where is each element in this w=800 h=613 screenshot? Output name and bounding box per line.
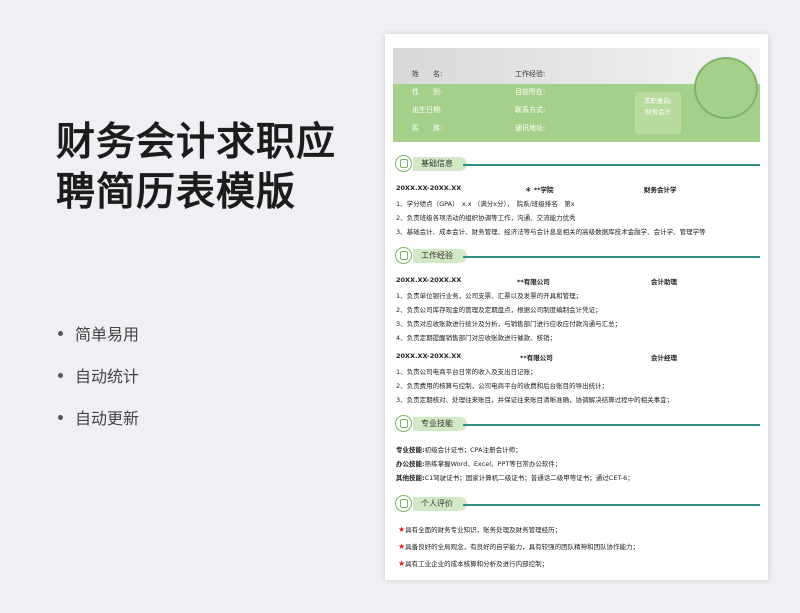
field-name: 姓 名: bbox=[412, 70, 443, 78]
chart-icon bbox=[395, 415, 412, 432]
section-evaluation: 个人评价 bbox=[393, 495, 760, 513]
photo-placeholder bbox=[694, 57, 758, 119]
field-gender: 性 别: bbox=[412, 88, 443, 96]
resume-preview: 求职意向: 财务会计 姓 名: 性 别: 出生日期: 民 族: 工作经验: 目前… bbox=[385, 34, 768, 580]
work-period: 20XX.XX-20XX.XX bbox=[396, 276, 462, 284]
section-divider bbox=[463, 504, 760, 506]
field-address: 通讯地址: bbox=[515, 124, 546, 132]
feature-list: 简单易用 自动统计 自动更新 bbox=[58, 312, 139, 438]
skill-row: 办公技能:熟练掌握Word、Excel、PPT等日常办公软件； bbox=[396, 460, 562, 468]
work-line: 2、负责公司库存现金的管理及定期盘点，根据公司制度编制会计凭证； bbox=[396, 306, 602, 314]
section-work: 工作经验 bbox=[393, 247, 760, 265]
section-divider bbox=[463, 424, 760, 426]
field-birth: 出生日期: bbox=[412, 106, 443, 114]
field-location: 目前所在: bbox=[515, 88, 546, 96]
bullet-icon bbox=[58, 414, 63, 420]
edu-line: 1、学分绩点（GPA） x.x （满分x分）， 院系/班级排名 第x bbox=[396, 200, 575, 208]
feature-item: 简单易用 bbox=[58, 312, 139, 354]
feature-item: 自动统计 bbox=[58, 354, 139, 396]
work-line: 4、负责定期提醒销售部门对应收账款进行催款、核销； bbox=[396, 334, 557, 342]
edu-line: 2、负责班级各项活动的组织协调等工作，沟通、交流能力优秀 bbox=[396, 214, 576, 222]
work-company: **有限公司 bbox=[517, 278, 550, 286]
section-divider bbox=[463, 164, 760, 166]
field-experience: 工作经验: bbox=[515, 70, 546, 78]
user-icon bbox=[395, 155, 412, 172]
eval-item: ★具有全面的财务专业知识，账务处理及财务管理经历； bbox=[398, 525, 562, 534]
title-line-2: 聘简历表模版 bbox=[56, 170, 297, 215]
eval-item: ★具有工业企业的成本核算和分析及进行内部控制； bbox=[398, 559, 549, 568]
work-line: 1、负责公司电商平台日常的收入及支出日记账； bbox=[396, 368, 537, 376]
field-contact: 联系方式: bbox=[515, 106, 546, 114]
title-line-1: 财务会计求职应 bbox=[56, 120, 337, 165]
section-divider bbox=[463, 256, 760, 258]
page-title: 财务会计求职应 聘简历表模版 bbox=[56, 118, 336, 218]
skill-row: 其他技能:C1驾驶证书；国家计算机二级证书；普通话二级甲等证书；通过CET-6； bbox=[396, 474, 634, 482]
edu-line: 3、基础会计、成本会计、财务管理、经济法等与会计息息相关的高级数据库技术金融学、… bbox=[396, 228, 706, 236]
work-line: 3、负责定期核对、处理往来账目，并保证往来账目清晰准确，协调解决结算过程中的相关… bbox=[396, 396, 674, 404]
work-line: 3、负责对应收账款进行统计及分析，与销售部门进行应收应付款沟通与汇总； bbox=[396, 320, 622, 328]
bullet-icon bbox=[58, 372, 63, 378]
work-line: 2、负责费用的核算与控制，公司电商平台的收费和后台账目的导出统计； bbox=[396, 382, 609, 390]
skill-row: 专业技能:初级会计证书；CPA注册会计师； bbox=[396, 446, 522, 454]
work-role: 会计助理 bbox=[651, 278, 677, 286]
work-company: **有限公司 bbox=[520, 354, 553, 362]
edu-school: ＊ **学院 bbox=[525, 186, 554, 194]
work-period: 20XX.XX-20XX.XX bbox=[396, 352, 462, 360]
edu-major: 财务会计学 bbox=[644, 186, 677, 194]
work-role: 会计经理 bbox=[651, 354, 677, 362]
person-icon bbox=[395, 495, 412, 512]
work-line: 1、负责单位银行业务，公司支票、汇票以及发票的开具和管理； bbox=[396, 292, 583, 300]
bullet-icon bbox=[58, 330, 63, 336]
field-ethnic: 民 族: bbox=[412, 124, 443, 132]
section-basic-info: 基础信息 bbox=[393, 155, 760, 173]
section-skills: 专业技能 bbox=[393, 415, 760, 433]
job-intent-badge: 求职意向: 财务会计 bbox=[635, 92, 681, 134]
edu-period: 20XX.XX-20XX.XX bbox=[396, 184, 462, 192]
feature-item: 自动更新 bbox=[58, 396, 139, 438]
eval-item: ★具备良好的全局观念，有良好的自学能力，具有较强的团队精神和团队协作能力； bbox=[398, 542, 640, 551]
briefcase-icon bbox=[395, 247, 412, 264]
